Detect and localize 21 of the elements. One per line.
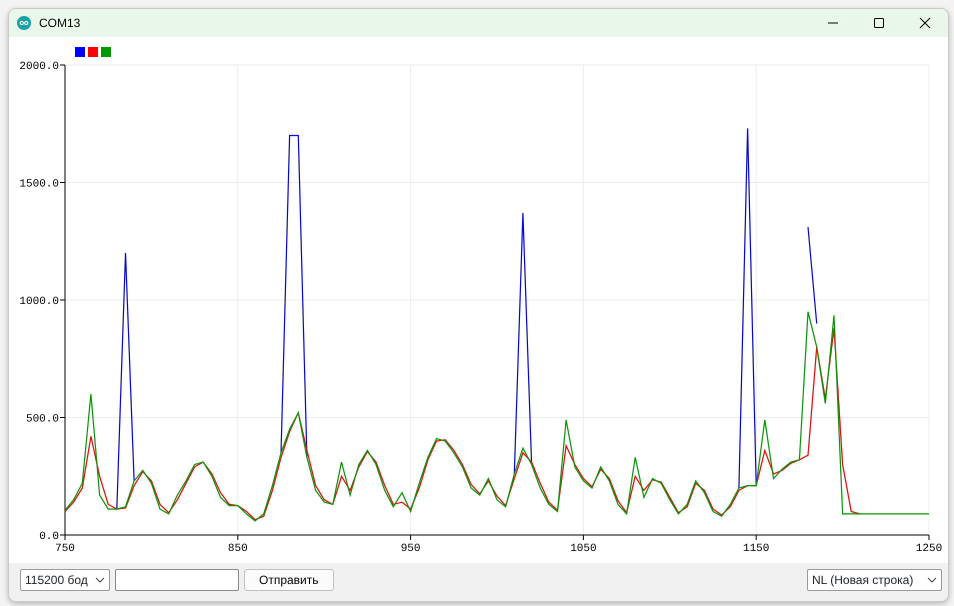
caret-icon bbox=[95, 577, 105, 583]
y-tick-label: 1000.0 bbox=[19, 296, 59, 308]
line-ending-select[interactable]: NL (Новая строка) bbox=[807, 569, 942, 591]
x-tick-label: 1250 bbox=[916, 543, 942, 555]
app-icon bbox=[17, 16, 31, 30]
maximize-icon bbox=[873, 17, 885, 29]
y-tick-label: 2000.0 bbox=[19, 61, 59, 73]
message-input[interactable] bbox=[115, 569, 239, 591]
window-title: COM13 bbox=[39, 15, 80, 32]
x-tick-label: 950 bbox=[400, 543, 420, 555]
x-tick-label: 850 bbox=[228, 543, 248, 555]
y-tick-label: 500.0 bbox=[26, 414, 59, 426]
close-icon bbox=[919, 17, 931, 29]
y-tick-label: 0.0 bbox=[39, 531, 59, 543]
send-button[interactable]: Отправить bbox=[244, 569, 334, 591]
x-tick-label: 1150 bbox=[743, 543, 770, 555]
y-tick-label: 1500.0 bbox=[19, 178, 59, 190]
x-tick-label: 750 bbox=[55, 543, 75, 555]
baud-select[interactable]: 115200 бод bbox=[20, 569, 110, 591]
x-tick-label: 1050 bbox=[570, 543, 597, 555]
caret-icon bbox=[927, 577, 937, 583]
